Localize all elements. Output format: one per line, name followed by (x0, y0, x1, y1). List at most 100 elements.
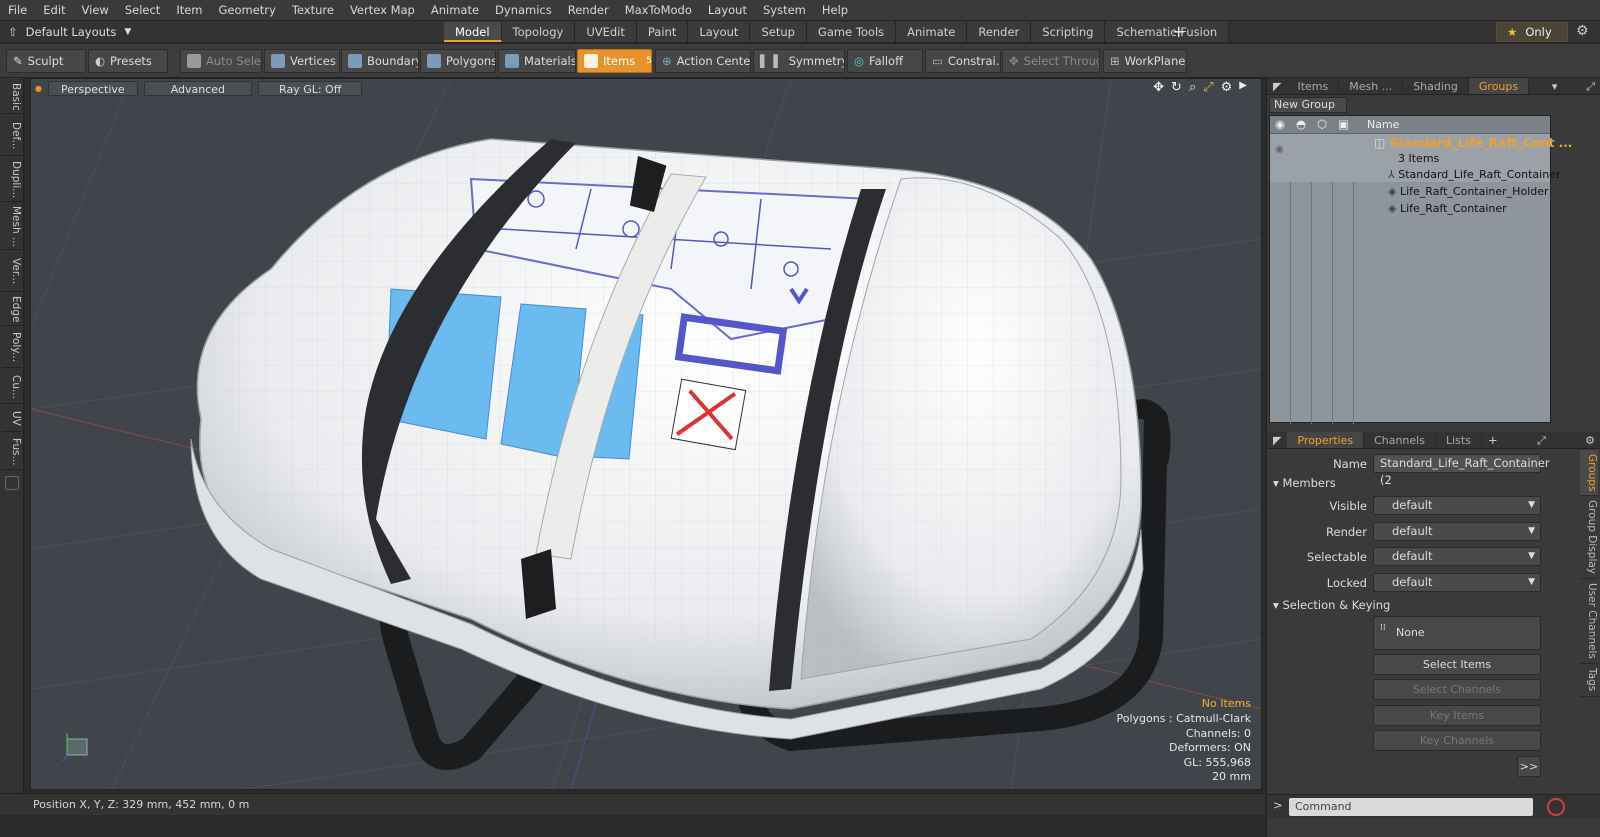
vertices-button[interactable]: Vertices1 (264, 49, 340, 73)
menu-select[interactable]: Select (117, 0, 168, 21)
tab-render[interactable]: Render (967, 22, 1032, 42)
menu-edit[interactable]: Edit (35, 0, 73, 21)
tab-uvedit[interactable]: UVEdit (575, 22, 637, 42)
boundary-button[interactable]: Boundary (341, 49, 419, 73)
left-tab-9[interactable]: Fus... (2, 434, 22, 470)
rotate-view-icon[interactable]: ↻ (1171, 80, 1182, 95)
tree-item-1[interactable]: ◈ Life_Raft_Container_Holder (1388, 185, 1549, 198)
tab-game-tools[interactable]: Game Tools (806, 22, 897, 42)
left-tab-3[interactable]: Mesh ... (2, 204, 22, 250)
new-group-button[interactable]: New Group (1269, 97, 1347, 113)
gear-icon[interactable]: ⚙ (1576, 23, 1589, 39)
none-button[interactable]: ⁞⁞ None (1373, 616, 1541, 650)
presets-button[interactable]: ◐ Presets (88, 49, 168, 73)
command-input[interactable]: Command (1289, 798, 1533, 816)
group-item[interactable]: ◫ Standard_Life_Raft_Cont ... (1374, 136, 1572, 150)
advanced-button[interactable]: Advanced (143, 80, 253, 96)
tree-item-0[interactable]: ⅄ Standard_Life_Raft_Container (1388, 168, 1560, 181)
add-tab-icon[interactable]: + (1482, 432, 1504, 448)
tab-properties[interactable]: Properties (1287, 432, 1365, 448)
tree-item-2[interactable]: ◈ Life_Raft_Container (1388, 202, 1507, 215)
panel-menu-icon[interactable]: ◤ (1267, 78, 1287, 94)
tab-scripting[interactable]: Scripting (1031, 22, 1106, 42)
polygons-button[interactable]: Polygons (420, 49, 496, 73)
selectable-select[interactable]: default ▼ (1373, 547, 1541, 566)
3d-viewport[interactable]: ● Perspective Advanced Ray GL: Off ✥ ↻ ⌕… (30, 78, 1262, 790)
gear-icon[interactable]: ⚙ (1579, 432, 1600, 448)
workplane-button[interactable]: ⊞ WorkPlane (1103, 49, 1187, 73)
visible-select[interactable]: default ▼ (1373, 496, 1541, 515)
menu-file[interactable]: File (0, 0, 35, 21)
more-button[interactable]: >> (1517, 756, 1541, 777)
add-tab-icon[interactable]: + (1172, 21, 1185, 43)
menu-animate[interactable]: Animate (423, 0, 487, 21)
move-view-icon[interactable]: ✥ (1153, 80, 1164, 95)
perspective-button[interactable]: Perspective (47, 80, 138, 96)
tab-groups[interactable]: Groups (1468, 78, 1530, 94)
selection-keying-section[interactable]: ▾ Selection & Keying (1273, 598, 1390, 612)
items-button[interactable]: Items 5 (577, 49, 652, 73)
dropdown-arrow-icon[interactable]: ▾ (1546, 78, 1564, 94)
tab-channels[interactable]: Channels (1364, 432, 1436, 448)
tab-topology[interactable]: Topology (501, 22, 576, 42)
left-tab-8[interactable]: UV (2, 406, 22, 432)
falloff-button[interactable]: ◎ Falloff (847, 49, 923, 73)
side-tab-user-channels[interactable]: User Channels (1580, 579, 1598, 665)
left-tab-0[interactable]: Basic (2, 80, 22, 114)
constraints-button[interactable]: ▭ Constrai... (925, 49, 1001, 73)
menu-item[interactable]: Item (168, 0, 210, 21)
tab-lists[interactable]: Lists (1436, 432, 1482, 448)
menu-render[interactable]: Render (560, 0, 617, 21)
tab-animate[interactable]: Animate (896, 22, 968, 42)
select-channels-button[interactable]: Select Channels (1373, 679, 1541, 700)
key-items-button[interactable]: Key Items (1373, 705, 1541, 726)
tab-mesh-[interactable]: Mesh ... (1339, 78, 1404, 94)
left-tab-2[interactable]: Dupli... (2, 158, 22, 202)
tab-paint[interactable]: Paint (636, 22, 689, 42)
viewport-gear-icon[interactable]: ⚙ (1221, 80, 1233, 95)
menu-texture[interactable]: Texture (284, 0, 342, 21)
members-section[interactable]: ▾ Members (1273, 476, 1336, 490)
tab-model[interactable]: Model (444, 22, 502, 42)
eye-toggle-icon[interactable]: ◉ (1275, 144, 1284, 155)
menu-system[interactable]: System (755, 0, 814, 21)
left-tab-7[interactable]: Cu... (2, 370, 22, 404)
menu-help[interactable]: Help (814, 0, 856, 21)
tab-setup[interactable]: Setup (750, 22, 807, 42)
panel-menu-icon[interactable]: ◤ (1267, 432, 1287, 448)
select-items-button[interactable]: Select Items (1373, 654, 1541, 675)
render-select[interactable]: default ▼ (1373, 522, 1541, 541)
zoom-view-icon[interactable]: ⌕ (1189, 80, 1196, 95)
left-tab-6[interactable]: Poly... (2, 328, 22, 368)
tab-layout[interactable]: Layout (688, 22, 751, 42)
tab-schematic-fusion[interactable]: Schematic Fusion (1105, 22, 1230, 42)
lock-icon[interactable]: ⬡ (1317, 117, 1327, 131)
render-icon[interactable]: ◓ (1296, 117, 1306, 131)
menu-maxtomodo[interactable]: MaxToModo (617, 0, 700, 21)
name-column-header[interactable]: Name (1367, 118, 1399, 131)
key-channels-button[interactable]: Key Channels (1373, 730, 1541, 751)
expand-panel-icon[interactable]: ⤢ (1580, 78, 1600, 94)
menu-dynamics[interactable]: Dynamics (487, 0, 560, 21)
menu-vertex-map[interactable]: Vertex Map (342, 0, 423, 21)
sculpt-button[interactable]: ✎ Sculpt (6, 49, 86, 73)
left-tab-4[interactable]: Ver... (2, 252, 22, 292)
left-strip-button[interactable] (5, 476, 19, 490)
symmetry-button[interactable]: ▌▐ Symmetry (753, 49, 845, 73)
fit-view-icon[interactable]: ⤢ (1203, 80, 1213, 95)
side-tab-group-display[interactable]: Group Display (1580, 496, 1598, 580)
eye-icon[interactable]: ◉ (1275, 117, 1285, 131)
left-tab-5[interactable]: Edge (2, 294, 22, 326)
side-tab-groups[interactable]: Groups (1580, 450, 1598, 497)
menu-geometry[interactable]: Geometry (211, 0, 284, 21)
raygl-button[interactable]: Ray GL: Off (258, 80, 363, 96)
left-tab-1[interactable]: Def... (2, 116, 22, 156)
only-toggle[interactable]: ★ Only (1496, 22, 1568, 42)
materials-button[interactable]: Materials (498, 49, 576, 73)
tab-items[interactable]: Items (1287, 78, 1340, 94)
viewport-expand-icon[interactable]: ▶ (1239, 80, 1247, 95)
name-field[interactable]: Standard_Life_Raft_Container (2 (1373, 454, 1550, 487)
tab-shading[interactable]: Shading (1403, 78, 1469, 94)
select-icon[interactable]: ▣ (1338, 117, 1349, 131)
expand-panel-icon[interactable]: ⤢ (1531, 432, 1552, 448)
